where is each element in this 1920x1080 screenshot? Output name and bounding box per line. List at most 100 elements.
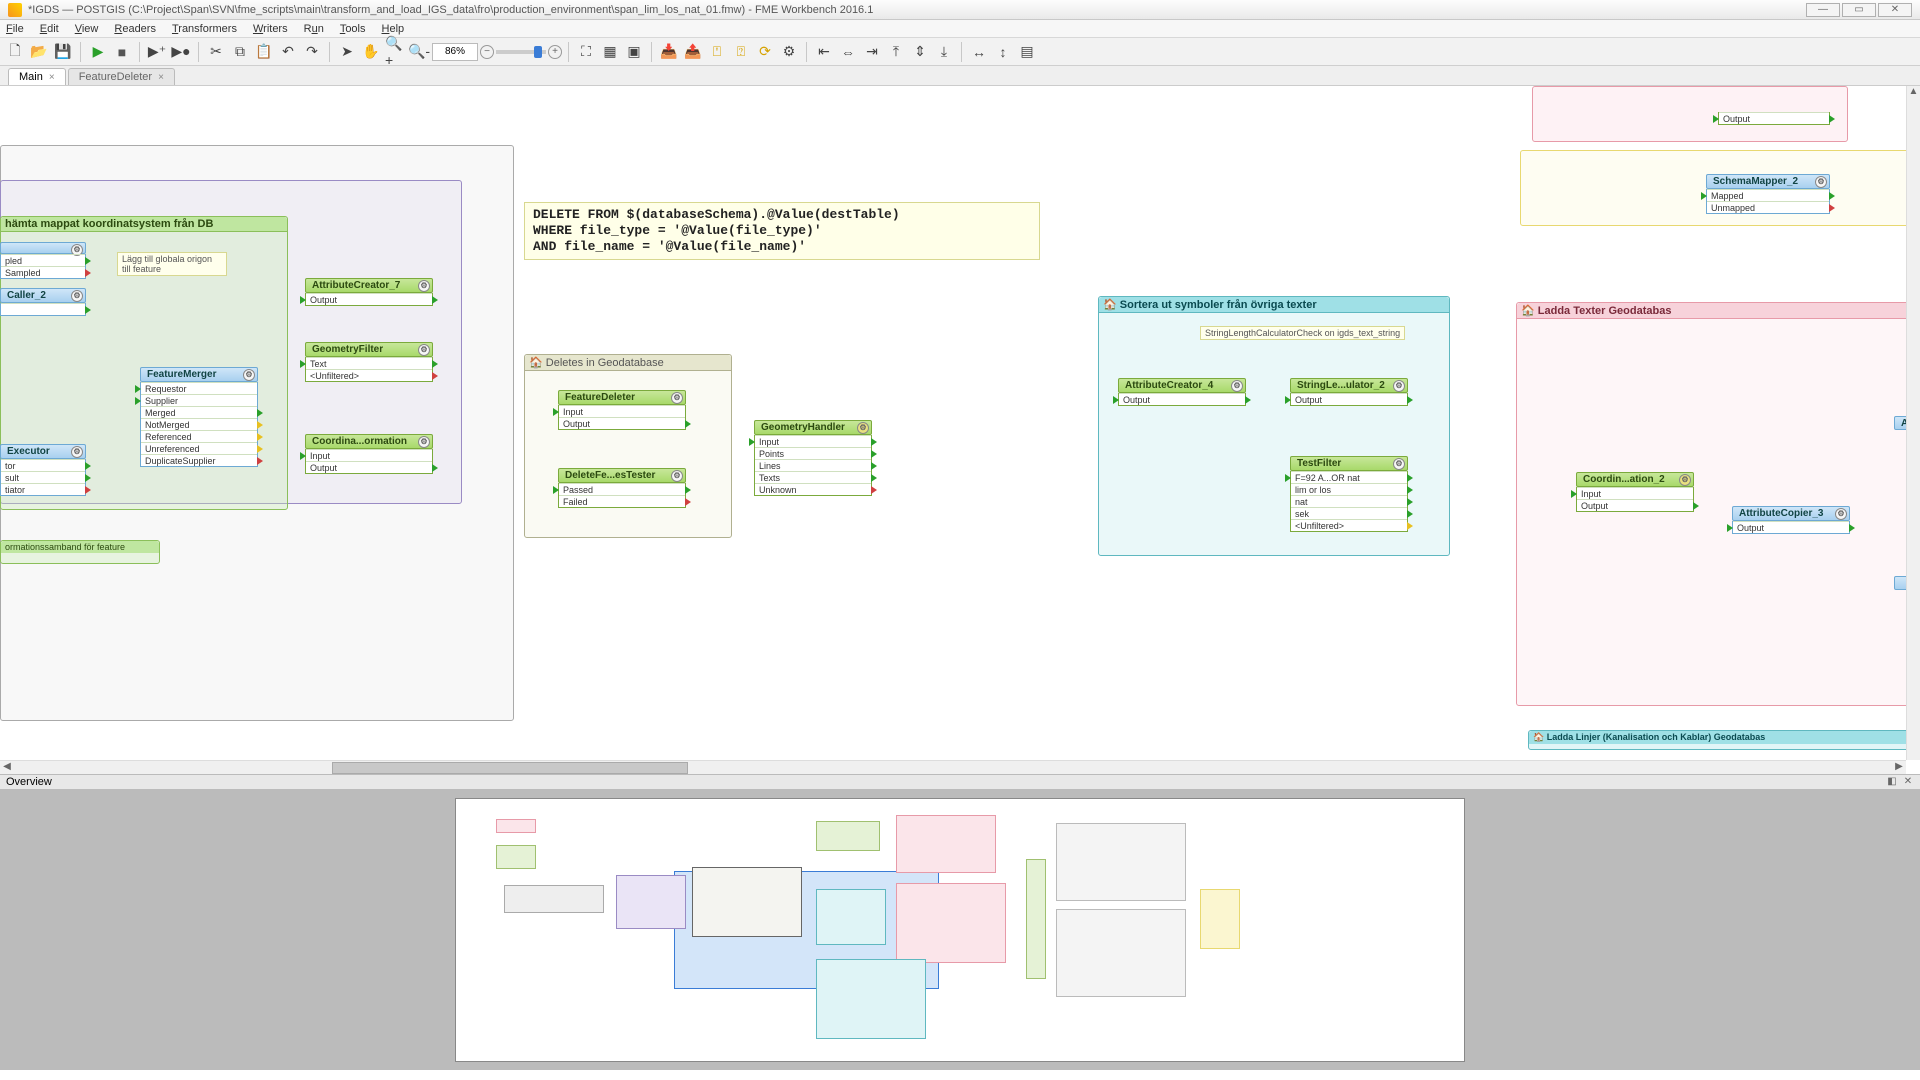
open-button[interactable]: 📂	[28, 41, 50, 63]
menu-run[interactable]: Run	[304, 23, 324, 35]
transformer-coordtransform[interactable]: Coordina...ormation⚙ Input Output	[305, 434, 433, 474]
undo-button[interactable]: ↶	[277, 41, 299, 63]
zoom-percent-input[interactable]: 86%	[432, 43, 478, 61]
horizontal-scrollbar[interactable]: ◀ ▶	[0, 760, 1906, 774]
parameters-button[interactable]: ⚙	[778, 41, 800, 63]
menu-help[interactable]: Help	[382, 23, 405, 35]
gear-icon[interactable]: ⚙	[1393, 458, 1405, 470]
maximize-button[interactable]: ▭	[1842, 3, 1876, 17]
gear-icon[interactable]: ⚙	[1835, 508, 1847, 520]
align-top-button[interactable]: ⤒	[885, 41, 907, 63]
transformer-coordation2[interactable]: Coordin...ation_2⚙ Input Output	[1576, 472, 1694, 512]
gear-icon[interactable]: ⚙	[1679, 474, 1691, 486]
overview-panel[interactable]	[0, 790, 1920, 1070]
align-bottom-button[interactable]: ⤓	[933, 41, 955, 63]
auto-layout-button[interactable]: ▤	[1016, 41, 1038, 63]
tab-featuredeleter[interactable]: FeatureDeleter×	[68, 68, 175, 85]
gear-icon[interactable]: ⚙	[1231, 380, 1243, 392]
distribute-h-button[interactable]: ↔	[968, 41, 990, 63]
bookmark-bottom[interactable]: ormationssamband för feature	[0, 540, 160, 564]
pan-tool-button[interactable]: ✋	[360, 41, 382, 63]
zoom-plus-icon[interactable]: +	[548, 45, 562, 59]
dock-icon[interactable]: ◧	[1886, 776, 1898, 788]
menu-writers[interactable]: Writers	[253, 23, 288, 35]
gear-icon[interactable]: ⚙	[418, 344, 430, 356]
menu-view[interactable]: View	[75, 23, 99, 35]
zoom-minus-icon[interactable]: −	[480, 45, 494, 59]
gear-icon[interactable]: ⚙	[418, 280, 430, 292]
menu-file[interactable]: File	[6, 23, 24, 35]
new-button[interactable]: 🗋	[4, 41, 26, 63]
vertical-scrollbar[interactable]: ▲	[1906, 86, 1920, 760]
sql-annotation[interactable]: DELETE FROM $(databaseSchema).@Value(des…	[524, 202, 1040, 260]
overview-minimap[interactable]	[455, 798, 1465, 1062]
save-button[interactable]: 💾	[52, 41, 74, 63]
menu-tools[interactable]: Tools	[340, 23, 366, 35]
gear-icon[interactable]: ⚙	[418, 436, 430, 448]
workspace-canvas[interactable]: hämta mappat koordinatsystem från DB Läg…	[0, 86, 1920, 774]
gear-icon[interactable]: ⚙	[243, 369, 255, 381]
bookmark-deletes[interactable]: 🏠 Deletes in Geodatabase	[524, 354, 732, 538]
stop-button[interactable]: ■	[111, 41, 133, 63]
transformer-deletefetester[interactable]: DeleteFe...esTester⚙ Passed Failed	[558, 468, 686, 508]
zoom-out-button[interactable]: 🔍-	[408, 41, 430, 63]
output-port-node[interactable]: Output	[1718, 112, 1830, 125]
toggle-grid-button[interactable]: ▦	[599, 41, 621, 63]
close-icon[interactable]: ×	[49, 72, 55, 83]
scrollbar-thumb[interactable]	[332, 762, 688, 774]
transformer-stringlengthcalc[interactable]: StringLe...ulator_2⚙ Output	[1290, 378, 1408, 406]
fit-window-button[interactable]: ⛶	[575, 41, 597, 63]
menu-readers[interactable]: Readers	[114, 23, 156, 35]
add-reader-button[interactable]: 📥	[658, 41, 680, 63]
paste-button[interactable]: 📋	[253, 41, 275, 63]
redo-button[interactable]: ↷	[301, 41, 323, 63]
transformer-attributecreator7[interactable]: AttributeCreator_7⚙ Output	[305, 278, 433, 306]
transformer-geometryhandler[interactable]: GeometryHandler⚙ Input Points Lines Text…	[754, 420, 872, 496]
close-icon[interactable]: ×	[158, 72, 164, 83]
run-breakpoint-button[interactable]: ▶●	[170, 41, 192, 63]
align-middle-button[interactable]: ⇕	[909, 41, 931, 63]
gear-icon[interactable]: ⚙	[1393, 380, 1405, 392]
update-writer-button[interactable]: ⍰	[730, 41, 752, 63]
zoom-slider[interactable]: − +	[480, 45, 562, 59]
run-prompt-button[interactable]: ▶⁺	[146, 41, 168, 63]
cut-button[interactable]: ✂	[205, 41, 227, 63]
distribute-v-button[interactable]: ↕	[992, 41, 1014, 63]
transformer-geometryfilter[interactable]: GeometryFilter⚙ Text <Unfiltered>	[305, 342, 433, 382]
update-reader-button[interactable]: ⍞	[706, 41, 728, 63]
select-tool-button[interactable]: ➤	[336, 41, 358, 63]
transformer-executor[interactable]: Executor⚙ tor sult tiator	[0, 444, 86, 496]
run-button[interactable]: ▶	[87, 41, 109, 63]
gear-icon[interactable]: ⚙	[71, 290, 83, 302]
gear-icon[interactable]: ⚙	[1815, 176, 1827, 188]
minimize-button[interactable]: —	[1806, 3, 1840, 17]
transformer-featuredeleter[interactable]: FeatureDeleter⚙ Input Output	[558, 390, 686, 430]
transformer-clipped[interactable]: ⚙ pled Sampled	[0, 242, 86, 279]
add-writer-button[interactable]: 📤	[682, 41, 704, 63]
gear-icon[interactable]: ⚙	[671, 392, 683, 404]
zoom-in-button[interactable]: 🔍+	[384, 41, 406, 63]
menubar[interactable]: File Edit View Readers Transformers Writ…	[0, 20, 1920, 38]
slider-track[interactable]	[496, 50, 546, 54]
gear-icon[interactable]: ⚙	[857, 422, 869, 434]
tab-main[interactable]: Main×	[8, 68, 66, 85]
transformer-attributecreator4[interactable]: AttributeCreator_4⚙ Output	[1118, 378, 1246, 406]
align-center-button[interactable]: ⇔	[837, 41, 859, 63]
align-left-button[interactable]: ⇤	[813, 41, 835, 63]
copy-button[interactable]: ⧉	[229, 41, 251, 63]
toggle-overview-button[interactable]: ▣	[623, 41, 645, 63]
transformer-caller2[interactable]: Caller_2⚙	[0, 288, 86, 316]
gear-icon[interactable]: ⚙	[671, 470, 683, 482]
transformer-featuremerger[interactable]: FeatureMerger⚙ Requestor Supplier Merged…	[140, 367, 258, 467]
transformer-schemamapper[interactable]: SchemaMapper_2⚙ Mapped Unmapped	[1706, 174, 1830, 214]
transformer-attributecopier[interactable]: AttributeCopier_3⚙ Output	[1732, 506, 1850, 534]
align-right-button[interactable]: ⇥	[861, 41, 883, 63]
close-window-button[interactable]: ✕	[1878, 3, 1912, 17]
bookmark-laddalinjer[interactable]: 🏠 Ladda Linjer (Kanalisation och Kablar)…	[1528, 730, 1912, 750]
menu-transformers[interactable]: Transformers	[172, 23, 237, 35]
gear-icon[interactable]: ⚙	[71, 446, 83, 458]
close-icon[interactable]: ✕	[1902, 776, 1914, 788]
menu-edit[interactable]: Edit	[40, 23, 59, 35]
transformer-testfilter[interactable]: TestFilter⚙ F=92 A...OR nat lim or los n…	[1290, 456, 1408, 532]
update-all-button[interactable]: ⟳	[754, 41, 776, 63]
